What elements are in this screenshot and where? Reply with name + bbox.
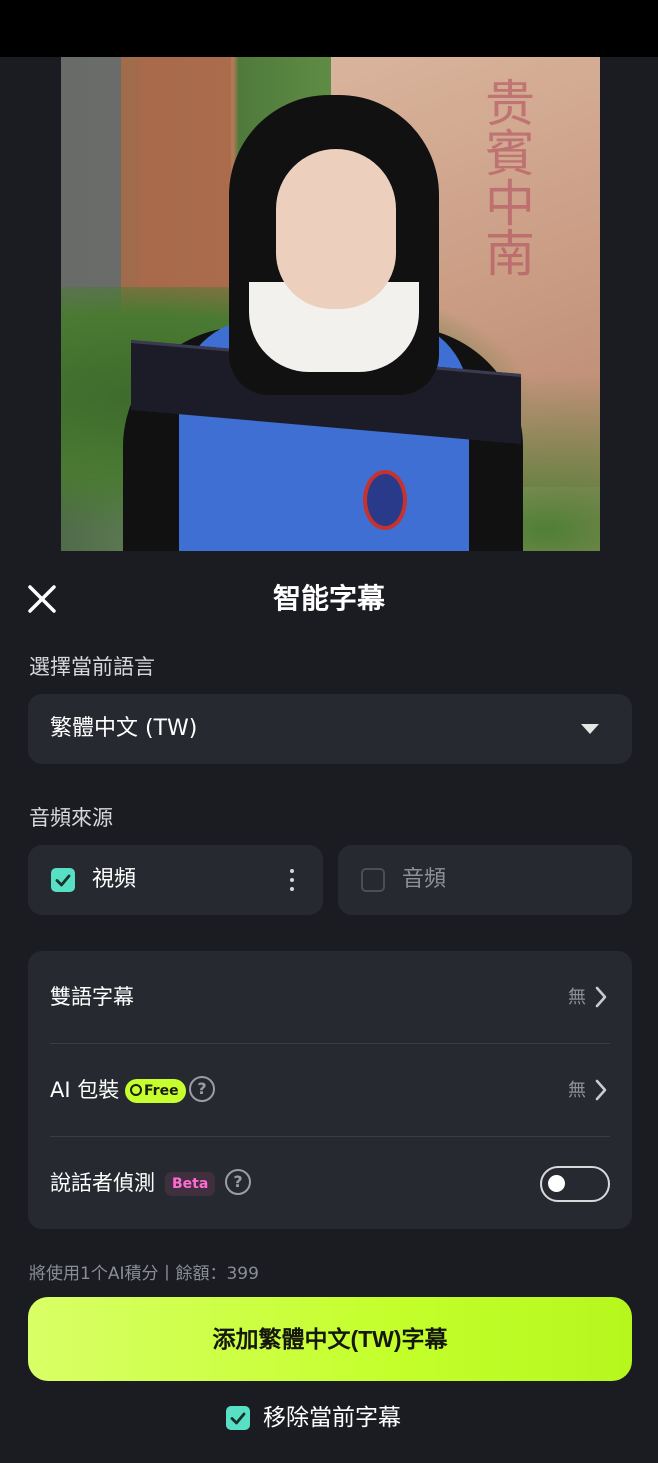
speaker-detection-toggle[interactable] xyxy=(540,1166,610,1202)
help-icon[interactable]: ? xyxy=(225,1169,251,1195)
status-bar xyxy=(0,0,658,57)
free-badge: Free xyxy=(125,1079,186,1103)
source-option-audio[interactable]: 音頻 xyxy=(338,845,632,915)
beta-badge: Beta xyxy=(165,1172,216,1196)
language-selected-value: 繁體中文 (TW) xyxy=(50,716,198,741)
video-preview: 贵賓中南 xyxy=(0,57,658,577)
bilingual-subtitle-label: 雙語字幕 xyxy=(50,985,134,1009)
source-option-label: 視頻 xyxy=(92,867,137,892)
remove-current-subtitle-label: 移除當前字幕 xyxy=(263,1405,401,1431)
sheet-title: 智能字幕 xyxy=(272,582,385,615)
speaker-detection-label: 說話者偵測 xyxy=(50,1171,155,1195)
checkbox-checked-icon xyxy=(51,868,75,892)
preview-frame-image: 贵賓中南 xyxy=(61,57,600,552)
subtitle-options-card: 雙語字幕 無 AI 包裝 Free ? 無 說話者偵測 Beta ? xyxy=(28,951,632,1229)
bilingual-subtitle-value: 無 xyxy=(568,987,586,1008)
coin-icon xyxy=(130,1084,142,1096)
language-section-label: 選擇當前語言 xyxy=(29,655,155,679)
caret-down-icon xyxy=(581,724,599,734)
ai-packaging-value: 無 xyxy=(568,1080,586,1101)
audio-source-section-label: 音頻來源 xyxy=(29,806,113,830)
more-vertical-icon[interactable] xyxy=(289,869,295,891)
ai-packaging-label: AI 包裝 xyxy=(50,1078,120,1102)
checkbox-checked-icon xyxy=(226,1406,250,1430)
ai-packaging-row[interactable]: AI 包裝 Free ? 無 xyxy=(28,1044,632,1137)
chevron-right-icon xyxy=(594,985,608,1009)
ai-credits-text: 將使用1个AI積分丨餘額：399 xyxy=(29,1264,259,1284)
smart-subtitle-sheet: 智能字幕 選擇當前語言 繁體中文 (TW) 音頻來源 視頻 音頻 雙語字幕 無 … xyxy=(0,551,658,1463)
speaker-detection-row: 說話者偵測 Beta ? xyxy=(28,1137,632,1230)
help-icon[interactable]: ? xyxy=(189,1076,215,1102)
bilingual-subtitle-row[interactable]: 雙語字幕 無 xyxy=(28,951,632,1044)
toggle-knob xyxy=(548,1175,565,1192)
chevron-right-icon xyxy=(594,1078,608,1102)
checkbox-unchecked-icon xyxy=(361,868,385,892)
source-option-video[interactable]: 視頻 xyxy=(28,845,323,915)
source-option-label: 音頻 xyxy=(402,867,447,892)
language-dropdown[interactable]: 繁體中文 (TW) xyxy=(28,694,632,764)
add-subtitle-button[interactable]: 添加繁體中文(TW)字幕 xyxy=(28,1297,632,1381)
